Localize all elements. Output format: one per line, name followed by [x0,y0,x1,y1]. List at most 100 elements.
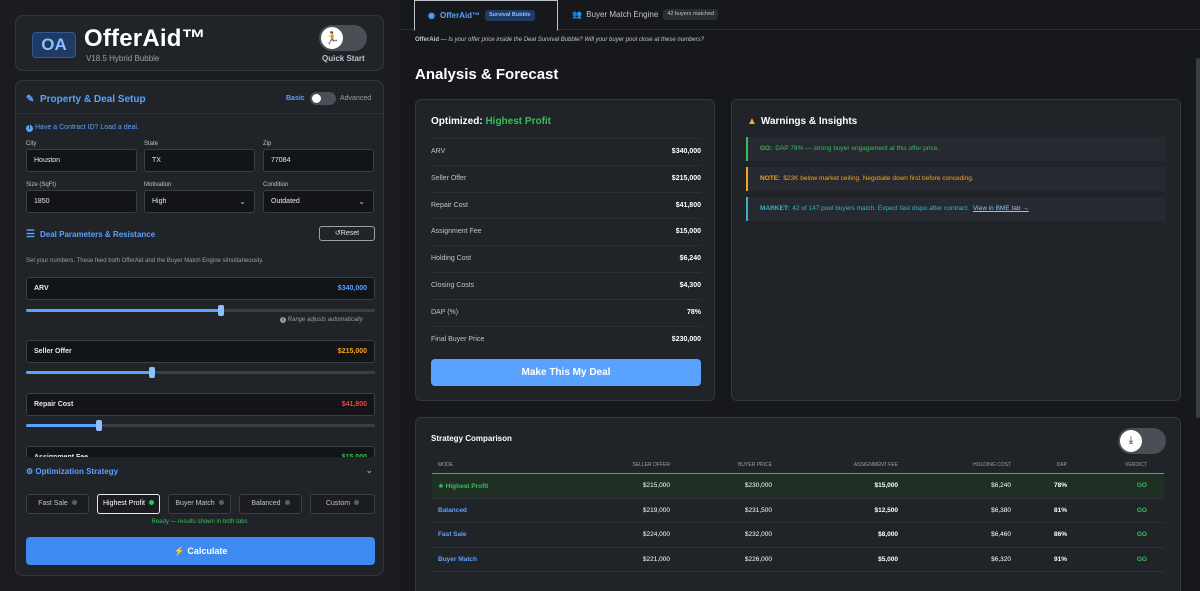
setup-header: ✎ Property & Deal Setup [26,94,146,105]
tab-label: OfferAid™ [440,11,480,20]
optimized-mode: Highest Profit [485,116,552,127]
subtitle-brand: OfferAid [415,37,439,43]
tab-buyer-match-engine[interactable]: 👥 Buyer Match Engine 42 buyers matched [572,0,719,31]
slider-fill [26,424,100,427]
header-label: BUYER PRICE [738,461,772,468]
mode-toggle[interactable] [310,92,336,105]
repair-cost-slider[interactable] [26,420,375,431]
edit-icon: ✎ [26,94,35,105]
comparison-toggle[interactable]: ⤓ [1118,428,1166,454]
condition-value: Outdated [271,198,300,205]
header-label: HOLDING COST [972,461,1011,468]
param-value: $215,000 [337,348,367,355]
table-cell: 91% [1011,548,1067,572]
calculate-button[interactable]: ⚡ Calculate [26,537,375,565]
zip-input[interactable]: 77084 [263,149,374,172]
strategy-custom[interactable]: Custom [310,494,375,514]
result-row: Seller Offer $215,000 [431,164,701,192]
column-header: BUYER PRICE [670,456,772,473]
cell-value: $12,500 [874,506,899,514]
cell-value: $221,000 [642,555,670,563]
insight-item: MARKET: 42 of 147 pool buyers match. Expe… [746,197,1166,221]
table-cell: $224,000 [558,523,670,547]
brand-card: OA OfferAid™ V18.5 Hybrid Bubble 🏃 Quick… [15,15,384,71]
state-input[interactable]: TX [144,149,255,172]
result-row: Final Buyer Price $230,000 [431,325,701,353]
target-icon: ◉ [428,11,435,20]
mode-advanced-label: Advanced [340,95,372,102]
slider-thumb[interactable] [218,305,225,316]
scrollbar[interactable] [1196,58,1200,418]
result-row: Repair Cost $41,800 [431,191,701,219]
param-label: ARV [34,285,49,292]
mode-name: ★ Highest Profit [438,482,489,490]
toggle-knob [312,94,321,103]
mode-name: Fast Sale [438,531,467,539]
repair-cost-param: Repair Cost $41,800 [26,393,375,416]
slider-thumb[interactable] [148,367,155,378]
arv-slider[interactable] [26,305,375,316]
reset-label: Reset [340,230,360,237]
table-cell: $219,000 [558,499,670,523]
table-cell: GO [1067,523,1147,547]
divider [16,113,383,114]
table-row[interactable]: Fast Sale $224,000 $232,000 $8,000 $6,460 86%… [432,523,1164,548]
strategy-buyer-match[interactable]: Buyer Match [168,494,231,514]
reset-button[interactable]: ↺Reset [319,226,375,241]
load-contract-link[interactable]: i Have a Contract ID? Load a deal. [26,124,139,132]
cell-value: $230,000 [744,482,772,490]
result-row: ARV $340,000 [431,138,701,165]
cell-value: 86% [1053,531,1067,539]
insight-text: 42 of 147 pool buyers match. Expect fast… [792,205,969,212]
cell-value: 78% [1053,482,1067,490]
optimized-label: Optimized: [431,116,483,127]
load-contract-text: Have a Contract ID? Load a deal. [35,124,139,131]
tab-offeraid[interactable]: ◉ OfferAid™ Survival Bubble [414,0,558,31]
verdict: GO [1136,531,1147,539]
chevron-down-icon[interactable]: ⌄ [365,465,373,476]
logo: OA [32,32,76,58]
size-input[interactable]: 1850 [26,190,137,213]
table-cell: $15,000 [772,474,899,498]
motivation-label: Motivation [144,182,172,188]
condition-label: Condition [263,182,289,188]
seller-offer-slider[interactable] [26,367,375,378]
result-row: Closing Costs $4,300 [431,272,701,299]
info-icon: i [26,125,33,132]
condition-select[interactable]: Outdated ⌄ [263,190,374,213]
strategy-balanced[interactable]: Balanced [239,494,302,514]
result-row: DAP (%) 78% [431,298,701,326]
cell-value: $5,000 [878,555,898,563]
table-row[interactable]: ★ Highest Profit $215,000 $230,000 $15,000 $… [432,474,1164,499]
table-row[interactable]: Buyer Match $221,000 $226,000 $5,000 $6,320 9… [432,548,1164,572]
quick-start-toggle[interactable]: 🏃 [319,25,367,51]
result-row: Holding Cost $6,240 [431,245,701,272]
strategy-comparison-card: Strategy Comparison ⤓ MODE SELLER OFFER BU… [415,417,1181,591]
table-cell: Balanced [438,499,558,523]
table-cell: Fast Sale [438,523,558,547]
seller-offer-param: Seller Offer $215,000 [26,340,375,363]
chevron-down-icon: ⌄ [358,197,365,206]
strategy-fast-sale[interactable]: Fast Sale [26,494,89,514]
strategy-label: Buyer Match [175,500,215,507]
strategy-label: Fast Sale [38,500,68,507]
view-bme-link[interactable]: View in BME tab → [973,205,1029,212]
table-row[interactable]: Balanced $219,000 $231,500 $12,500 $6,380 81%… [432,499,1164,523]
tab-badge: Survival Bubble [485,10,535,22]
result-value: 78% [686,308,701,316]
insight-tag: MARKET: [760,205,790,212]
optimization-header[interactable]: ⚙ Optimization Strategy [26,467,118,476]
city-label: City [26,141,37,147]
column-header: VERDICT [1067,456,1147,473]
cell-value: $215,000 [642,482,670,490]
cell-value: $232,000 [744,531,772,539]
slider-thumb[interactable] [96,420,103,431]
table-cell: $12,500 [772,499,899,523]
mode-basic-label: Basic [286,95,305,102]
motivation-select[interactable]: High ⌄ [144,190,255,213]
table-cell: 86% [1011,523,1067,547]
sliders-icon: ☰ [26,229,35,240]
strategy-highest-profit[interactable]: Highest Profit [97,494,160,514]
city-input[interactable]: Houston [26,149,137,172]
make-deal-button[interactable]: Make This My Deal [431,359,701,386]
